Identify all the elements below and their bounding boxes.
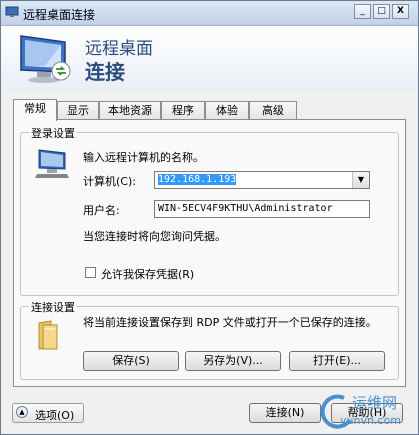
computer-icon <box>5 6 19 17</box>
options-label: 选项(O) <box>35 409 75 422</box>
tab-experience[interactable]: 体验 <box>205 101 249 119</box>
tab-display[interactable]: 显示 <box>57 101 99 119</box>
computer-value: 192.168.1.193 <box>158 174 237 185</box>
save-credentials-checkbox[interactable] <box>85 267 96 278</box>
connection-description: 将当前连接设置保存到 RDP 文件或打开一个已保存的连接。 <box>83 316 377 329</box>
tab-local-resources[interactable]: 本地资源 <box>99 101 161 119</box>
remote-desktop-icon <box>20 35 71 83</box>
minimize-button[interactable]: _ <box>354 4 371 19</box>
save-as-button[interactable]: 另存为(V)... <box>185 351 281 371</box>
maximize-button[interactable]: □ <box>373 4 390 19</box>
header-title: 连接 <box>85 60 125 84</box>
tab-advanced[interactable]: 高级 <box>249 101 297 119</box>
remote-desktop-window: 远程桌面连接 _ □ X 远程桌面 连接 常规 显示 本地资源 程序 体验 高级… <box>0 0 419 435</box>
username-value: WIN-5ECV4F9KTHU\Administrator <box>158 203 333 214</box>
connection-settings-group: 连接设置 将当前连接设置保存到 RDP 文件或打开一个已保存的连接。 保存(S)… <box>20 299 399 380</box>
login-settings-legend: 登录设置 <box>29 125 77 141</box>
instruction-text: 输入远程计算机的名称。 <box>83 151 204 164</box>
title-bar[interactable]: 远程桌面连接 _ □ X <box>1 1 418 26</box>
close-button[interactable]: X <box>392 4 409 19</box>
window-title: 远程桌面连接 <box>23 8 96 22</box>
login-settings-group: 登录设置 输入远程计算机的名称。 计算机(C): 192.168.1.193 ▼… <box>20 125 399 296</box>
help-button[interactable]: 帮助(H) <box>331 403 403 423</box>
connect-button[interactable]: 连接(N) <box>249 403 321 423</box>
computer-combobox[interactable]: 192.168.1.193 ▼ <box>154 171 370 189</box>
open-button[interactable]: 打开(E)... <box>289 351 385 371</box>
chevron-down-icon[interactable]: ▼ <box>352 172 369 188</box>
folder-icon <box>38 320 58 350</box>
credentials-note: 当您连接时将向您询问凭据。 <box>83 230 226 243</box>
chevron-up-icon: ▲ <box>16 406 28 418</box>
username-field[interactable]: WIN-5ECV4F9KTHU\Administrator <box>154 200 370 218</box>
save-credentials-label[interactable]: 允许我保存凭据(R) <box>101 266 194 282</box>
header-banner: 远程桌面 连接 <box>1 26 418 92</box>
connection-settings-legend: 连接设置 <box>29 299 77 315</box>
options-toggle[interactable]: ▲ 选项(O) <box>12 403 84 423</box>
save-button[interactable]: 保存(S) <box>83 351 179 371</box>
computer-label: 计算机(C): <box>83 175 136 188</box>
tab-programs[interactable]: 程序 <box>161 101 205 119</box>
computer-icon <box>35 149 69 178</box>
tab-general[interactable]: 常规 <box>13 99 57 121</box>
username-label: 用户名: <box>83 204 120 217</box>
dialog-footer: ▲ 选项(O) 连接(N) 帮助(H) <box>1 394 418 434</box>
general-tab-panel: 登录设置 输入远程计算机的名称。 计算机(C): 192.168.1.193 ▼… <box>13 119 406 387</box>
